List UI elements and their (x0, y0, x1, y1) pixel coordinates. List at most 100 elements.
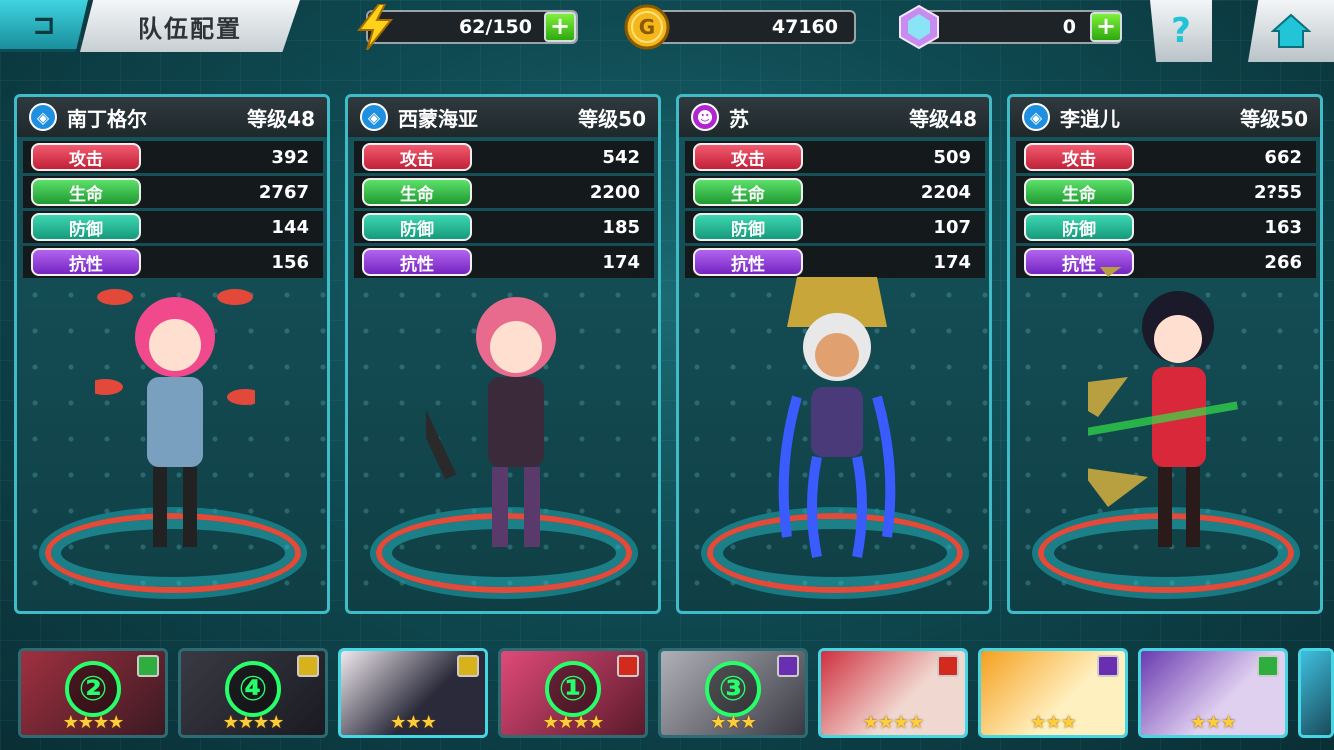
water-shield-icon: ◈ (360, 103, 388, 131)
hero-name: 南丁格尔 (67, 106, 147, 131)
attack-label: 攻击 (693, 143, 803, 171)
gold-bar: 47160 (640, 10, 856, 44)
roster-slot-9-partial[interactable] (1298, 648, 1334, 738)
hp-label: 生命 (693, 178, 803, 206)
defense-value: 107 (933, 216, 971, 238)
stat-row-attack: 攻击 662 (1016, 141, 1316, 173)
home-icon (1271, 13, 1311, 48)
dark-element-icon (1097, 655, 1119, 677)
resist-value: 156 (271, 251, 309, 273)
resist-value: 174 (602, 251, 640, 273)
back-arrow-icon: ⊐ (32, 8, 56, 41)
stat-row-hp: 生命 2200 (354, 176, 654, 208)
defense-value: 144 (271, 216, 309, 238)
hp-value: 2200 (589, 181, 640, 203)
star-rating: ★★★ (710, 712, 756, 733)
page-title: 队伍配置 (138, 14, 242, 43)
energy-value: 62/150 (458, 16, 532, 38)
hero-name: 李逍儿 (1060, 106, 1120, 131)
hero-card-3[interactable]: ☻ 苏 等级48 攻击 509 生命 2204 防御 107 抗性 174 (676, 94, 992, 614)
dark-element-icon (777, 655, 799, 677)
hero-level: 等级48 (247, 106, 315, 131)
card-header: ◈ 南丁格尔 等级48 (17, 97, 327, 137)
hero-card-1[interactable]: ◈ 南丁格尔 等级48 攻击 392 生命 2767 防御 144 抗性 156 (14, 94, 330, 614)
help-button[interactable]: ? (1150, 0, 1212, 62)
team-order-badge: ③ (705, 661, 761, 717)
attack-label: 攻击 (1024, 143, 1134, 171)
defense-label: 防御 (362, 213, 472, 241)
fire-element-icon (937, 655, 959, 677)
gem-plus-button[interactable]: + (1090, 12, 1122, 42)
card-header: ◈ 西蒙海亚 等级50 (348, 97, 658, 137)
roster-slot-4[interactable]: ① ★★★★ (498, 648, 648, 738)
stat-row-hp: 生命 2767 (23, 176, 323, 208)
star-rating: ★★★ (1030, 712, 1076, 733)
defense-value: 185 (602, 216, 640, 238)
hero-name: 西蒙海亚 (398, 106, 478, 131)
question-icon: ? (1171, 11, 1191, 51)
light-element-icon (457, 655, 479, 677)
hero-roster: ② ★★★★ ④ ★★★★ ★★★ ① ★★★★ ③ ★★★ ★★★★ ★★★ … (0, 648, 1334, 750)
roster-slot-5[interactable]: ③ ★★★ (658, 648, 808, 738)
stat-row-hp: 生命 2?55 (1016, 176, 1316, 208)
home-button[interactable] (1248, 0, 1334, 62)
light-element-icon (297, 655, 319, 677)
roster-slot-1[interactable]: ② ★★★★ (18, 648, 168, 738)
hero-name: 苏 (729, 106, 749, 131)
hp-value: 2767 (258, 181, 309, 203)
star-rating: ★★★ (1190, 712, 1236, 733)
hero-card-2[interactable]: ◈ 西蒙海亚 等级50 攻击 542 生命 2200 防御 185 抗性 174 (345, 94, 661, 614)
hero-level: 等级50 (1240, 106, 1308, 131)
wind-element-icon (1257, 655, 1279, 677)
star-rating: ★★★★ (542, 712, 605, 733)
defense-label: 防御 (693, 213, 803, 241)
star-rating: ★★★ (390, 712, 436, 733)
water-shield-icon: ◈ (29, 103, 57, 131)
top-bar: ⊐ 队伍配置 62/150 + 47160 G 0 + ? (0, 0, 1334, 62)
stat-row-hp: 生命 2204 (685, 176, 985, 208)
star-rating: ★★★★ (62, 712, 125, 733)
roster-slot-7[interactable]: ★★★ (978, 648, 1128, 738)
svg-text:G: G (639, 15, 655, 39)
roster-slot-3[interactable]: ★★★ (338, 648, 488, 738)
hp-label: 生命 (31, 178, 141, 206)
hp-label: 生命 (362, 178, 472, 206)
fire-element-icon (617, 655, 639, 677)
stat-row-attack: 攻击 542 (354, 141, 654, 173)
stat-row-defense: 防御 163 (1016, 211, 1316, 243)
stat-row-defense: 防御 144 (23, 211, 323, 243)
hero-figure (778, 277, 896, 558)
gold-coin-icon: G (624, 4, 670, 50)
hero-figure (426, 297, 556, 547)
card-header: ☻ 苏 等级48 (679, 97, 989, 137)
stat-row-defense: 防御 185 (354, 211, 654, 243)
team-order-badge: ① (545, 661, 601, 717)
star-rating: ★★★★ (862, 712, 925, 733)
energy-plus-button[interactable]: + (544, 12, 576, 42)
back-button[interactable]: ⊐ (0, 0, 88, 52)
stat-row-defense: 防御 107 (685, 211, 985, 243)
roster-slot-6[interactable]: ★★★★ (818, 648, 968, 738)
roster-slot-2[interactable]: ④ ★★★★ (178, 648, 328, 738)
stat-row-attack: 攻击 392 (23, 141, 323, 173)
defense-value: 163 (1264, 216, 1302, 238)
team-order-badge: ② (65, 661, 121, 717)
water-shield-icon: ◈ (1022, 103, 1050, 131)
gem-value: 0 (1062, 16, 1076, 38)
hero-level: 等级50 (578, 106, 646, 131)
gem-icon (896, 4, 942, 50)
card-header: ◈ 李逍儿 等级50 (1010, 97, 1320, 137)
resist-value: 174 (933, 251, 971, 273)
attack-label: 攻击 (31, 143, 141, 171)
wind-element-icon (137, 655, 159, 677)
dark-skull-icon: ☻ (691, 103, 719, 131)
title-plate: 队伍配置 (80, 0, 300, 52)
resist-value: 266 (1264, 251, 1302, 273)
hero-level: 等级48 (909, 106, 977, 131)
star-rating: ★★★★ (222, 712, 285, 733)
roster-slot-8[interactable]: ★★★ (1138, 648, 1288, 738)
gold-value: 47160 (771, 16, 838, 38)
defense-label: 防御 (1024, 213, 1134, 241)
hero-card-4[interactable]: ◈ 李逍儿 等级50 攻击 662 生命 2?55 防御 163 抗性 266 (1007, 94, 1323, 614)
team-order-badge: ④ (225, 661, 281, 717)
